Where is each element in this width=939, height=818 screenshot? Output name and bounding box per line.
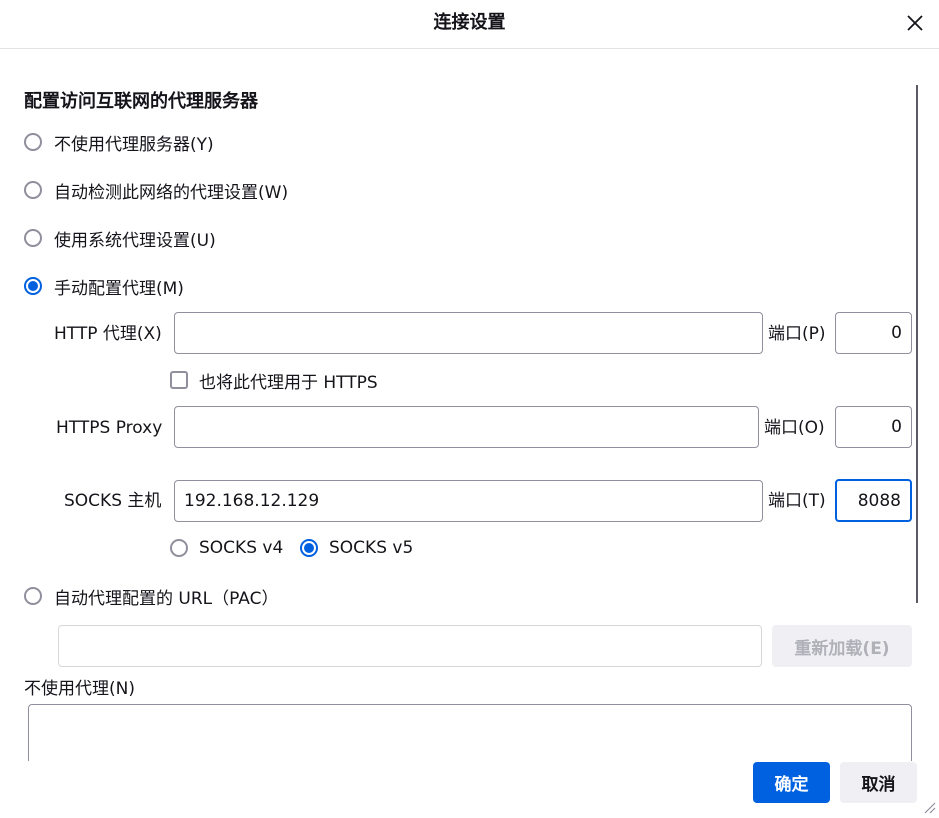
radio-auto-detect-label: 自动检测此网络的代理设置(W) <box>54 182 289 203</box>
https-proxy-input[interactable] <box>174 406 759 448</box>
radio-system-proxy[interactable]: 使用系统代理设置(U) <box>24 225 216 251</box>
socks-v5-radio[interactable]: SOCKS v5 <box>300 535 413 561</box>
scrollbar[interactable] <box>916 85 918 603</box>
also-https-label: 也将此代理用于 HTTPS <box>199 372 378 393</box>
radio-auto-detect[interactable]: 自动检测此网络的代理设置(W) <box>24 177 288 203</box>
radio-manual-proxy-label: 手动配置代理(M) <box>54 278 184 299</box>
socks-port-label: 端口(T) <box>768 491 826 511</box>
http-port-input[interactable] <box>835 312 912 354</box>
radio-button-selected[interactable] <box>24 277 42 295</box>
section-heading: 配置访问互联网的代理服务器 <box>24 91 258 112</box>
ok-button[interactable]: 确定 <box>753 762 830 803</box>
close-button[interactable] <box>902 10 928 36</box>
socks-v4-label: SOCKS v4 <box>199 538 284 558</box>
header-divider <box>0 48 939 49</box>
radio-button[interactable] <box>24 181 42 199</box>
close-icon <box>907 15 923 31</box>
reload-button[interactable]: 重新加载(E) <box>772 625 912 667</box>
https-port-label: 端口(O) <box>764 418 825 438</box>
socks-host-label: SOCKS 主机 <box>64 491 162 511</box>
dialog-title: 连接设置 <box>433 12 506 33</box>
checkbox[interactable] <box>170 371 188 389</box>
socks-port-input[interactable] <box>835 479 912 522</box>
radio-button[interactable] <box>170 539 188 557</box>
also-https-checkbox[interactable]: 也将此代理用于 HTTPS <box>170 367 378 393</box>
cancel-button[interactable]: 取消 <box>840 762 917 803</box>
no-proxy-for-label: 不使用代理(N) <box>24 679 135 699</box>
socks-host-input[interactable] <box>174 480 763 522</box>
https-port-input[interactable] <box>835 406 912 448</box>
resize-grip-icon[interactable] <box>922 800 936 814</box>
pac-url-input[interactable] <box>58 625 762 667</box>
radio-no-proxy[interactable]: 不使用代理服务器(Y) <box>24 129 214 155</box>
radio-button[interactable] <box>24 133 42 151</box>
radio-no-proxy-label: 不使用代理服务器(Y) <box>54 134 214 155</box>
http-proxy-label: HTTP 代理(X) <box>54 324 162 344</box>
radio-system-proxy-label: 使用系统代理设置(U) <box>54 230 216 251</box>
radio-pac-label: 自动代理配置的 URL（PAC） <box>54 588 279 609</box>
http-proxy-input[interactable] <box>174 312 763 354</box>
http-port-label: 端口(P) <box>768 324 826 344</box>
radio-button[interactable] <box>24 587 42 605</box>
socks-v5-label: SOCKS v5 <box>329 538 414 558</box>
radio-manual-proxy[interactable]: 手动配置代理(M) <box>24 273 184 299</box>
radio-pac[interactable]: 自动代理配置的 URL（PAC） <box>24 583 279 609</box>
socks-v4-radio[interactable]: SOCKS v4 <box>170 535 283 561</box>
radio-button-selected[interactable] <box>300 539 318 557</box>
no-proxy-for-textarea[interactable] <box>28 704 912 766</box>
radio-button[interactable] <box>24 229 42 247</box>
https-proxy-label: HTTPS Proxy <box>56 418 163 438</box>
